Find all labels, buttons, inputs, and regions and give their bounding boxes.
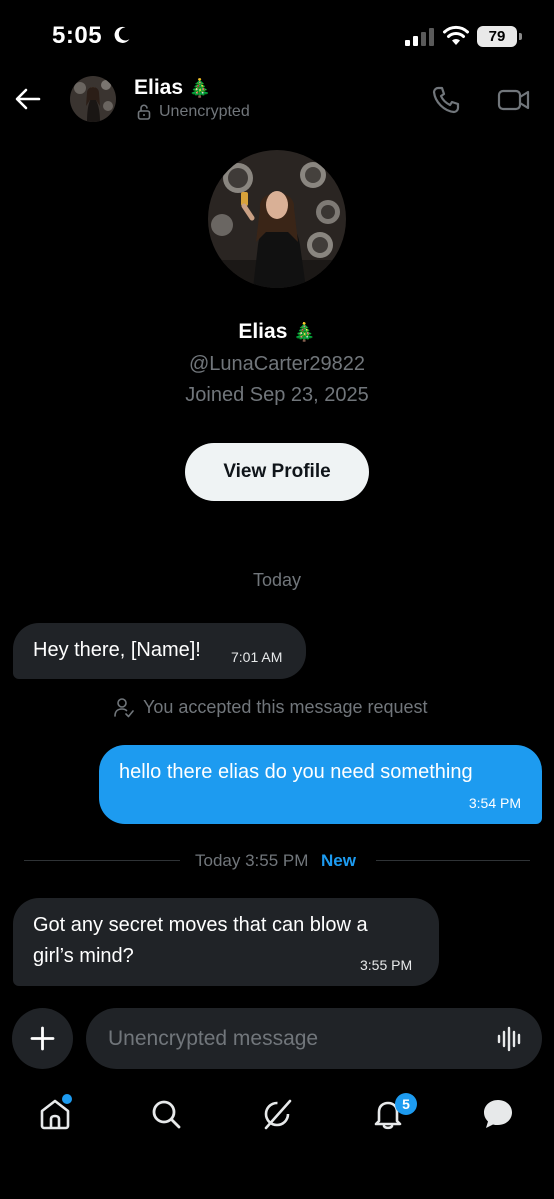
profile-handle: @LunaCarter29822 (189, 353, 365, 375)
home-indicator-area (0, 1180, 554, 1199)
add-attachment-button[interactable] (12, 1008, 73, 1069)
message-text-line: Got any secret moves that can blow a (33, 914, 368, 936)
profile-photo (208, 150, 346, 288)
moon-icon (114, 26, 130, 43)
unlocked-lock-icon (137, 104, 151, 120)
back-arrow-icon[interactable] (14, 85, 42, 113)
profile-name-text: Elias (238, 320, 288, 343)
battery-indicator: 79 (477, 26, 517, 47)
avatar-image (70, 76, 116, 122)
header-name-text: Elias (134, 76, 184, 99)
message-text: Hey there, [Name]! (33, 639, 201, 661)
notifications-badge: 5 (395, 1093, 417, 1115)
christmas-tree-emoji: 🎄 (293, 322, 316, 342)
video-call-icon[interactable] (497, 86, 531, 114)
profile-name: Elias 🎄 (0, 320, 554, 344)
encryption-status: Unencrypted (159, 103, 250, 120)
message-text-line: girl’s mind? (33, 945, 134, 967)
phone-call-icon[interactable] (431, 85, 461, 115)
bottom-navigation: 5 (0, 1085, 554, 1145)
message-timestamp: 3:55 PM (360, 957, 413, 973)
outgoing-message-bubble[interactable]: hello there elias do you need something … (99, 745, 542, 824)
messages-icon[interactable] (481, 1097, 515, 1131)
profile-avatar[interactable] (208, 150, 346, 288)
header-name[interactable]: Elias 🎄 (134, 76, 211, 100)
incoming-message-bubble[interactable]: Hey there, [Name]! 7:01 AM (13, 623, 306, 679)
voice-message-icon[interactable] (496, 1025, 524, 1053)
profile-joined-date: Joined Sep 23, 2025 (185, 384, 369, 406)
wifi-icon (443, 25, 469, 45)
grok-icon[interactable] (260, 1097, 294, 1131)
view-profile-button[interactable]: View Profile (185, 443, 369, 501)
message-input[interactable] (108, 1008, 488, 1069)
message-timestamp: 3:54 PM (468, 795, 521, 811)
new-messages-label: New (321, 851, 356, 870)
home-unread-dot (62, 1094, 72, 1104)
message-request-notice: You accepted this message request (143, 697, 428, 717)
incoming-message-bubble[interactable]: Got any secret moves that can blow a gir… (13, 898, 439, 986)
new-messages-divider-line (376, 860, 530, 861)
message-text: hello there elias do you need something (119, 761, 473, 783)
person-check-icon (114, 698, 134, 718)
header-avatar[interactable] (70, 76, 116, 122)
conversation-header: Elias 🎄 Unencrypted (0, 70, 554, 130)
status-time: 5:05 (52, 22, 103, 49)
status-bar: 5:05 79 (0, 0, 554, 70)
day-separator: Today (252, 570, 302, 590)
search-icon[interactable] (149, 1097, 183, 1131)
plus-icon (30, 1026, 55, 1051)
message-timestamp: 7:01 AM (231, 649, 283, 665)
christmas-tree-emoji: 🎄 (188, 78, 212, 98)
cellular-signal-icon (405, 28, 434, 46)
new-messages-divider-time: Today 3:55 PM (195, 851, 309, 870)
battery-tip (519, 33, 522, 40)
message-composer (86, 1008, 542, 1069)
new-messages-divider-line (24, 860, 180, 861)
